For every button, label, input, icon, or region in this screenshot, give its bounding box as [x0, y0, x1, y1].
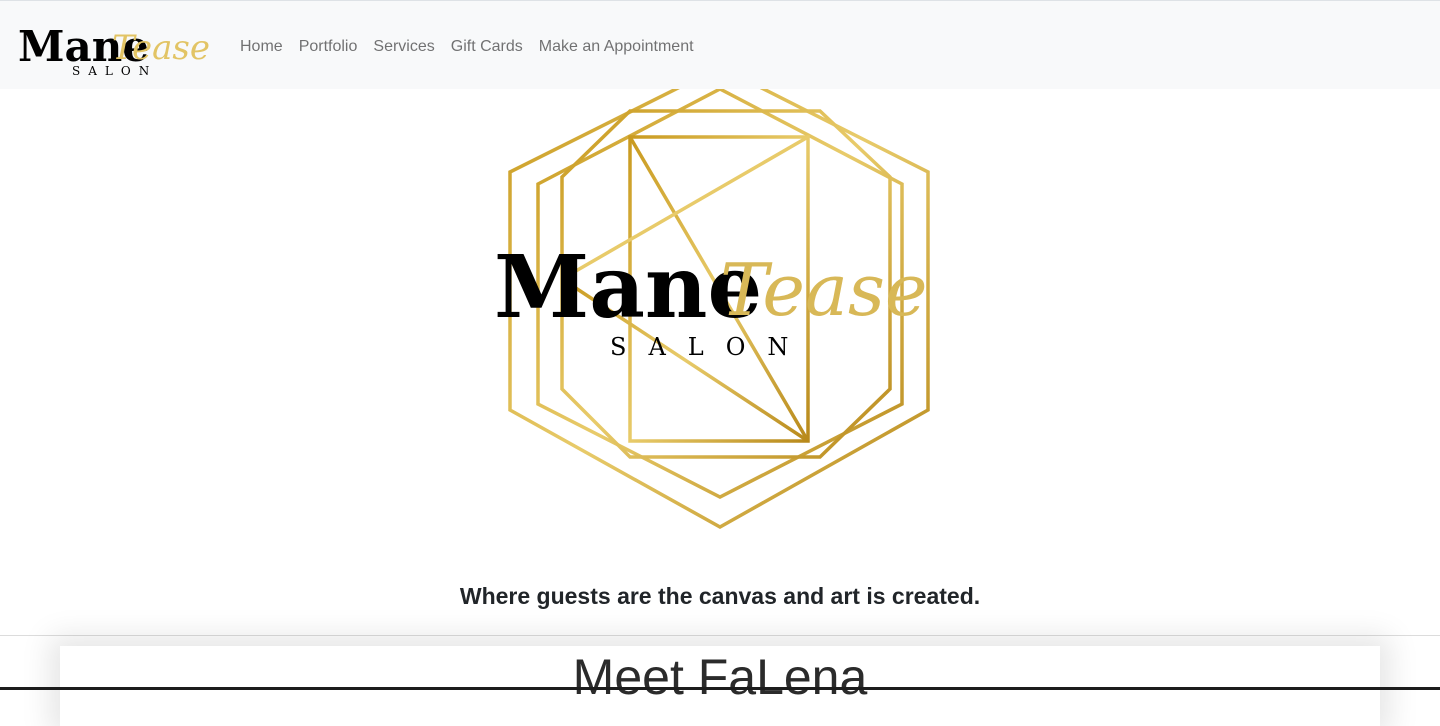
nav-home[interactable]: Home	[232, 38, 291, 56]
tagline: Where guests are the canvas and art is c…	[459, 583, 981, 609]
brand-name-sub: SALON	[72, 64, 157, 78]
hero-logo-sub: SALON	[610, 333, 810, 361]
nav-make-appointment[interactable]: Make an Appointment	[531, 38, 702, 56]
divider	[0, 635, 1440, 636]
meet-card: Meet FaLena	[60, 646, 1380, 726]
hero-logo-script: Tease	[720, 248, 928, 332]
brand-name-script: Tease	[112, 28, 210, 68]
nav-portfolio[interactable]: Portfolio	[291, 38, 366, 56]
nav-gift-cards[interactable]: Gift Cards	[443, 38, 531, 56]
nav-links: Home Portfolio Services Gift Cards Make …	[232, 27, 702, 67]
hero-logo: Mane Tease SALON	[494, 89, 930, 530]
navbar: Mane Tease SALON Home Portfolio Services…	[0, 0, 1440, 89]
section-title: Meet FaLena	[572, 649, 868, 705]
brand-logo[interactable]: Mane Tease SALON	[18, 13, 216, 79]
nav-services[interactable]: Services	[365, 38, 442, 56]
hero-logo-wordmark: Mane Tease SALON	[494, 237, 928, 361]
